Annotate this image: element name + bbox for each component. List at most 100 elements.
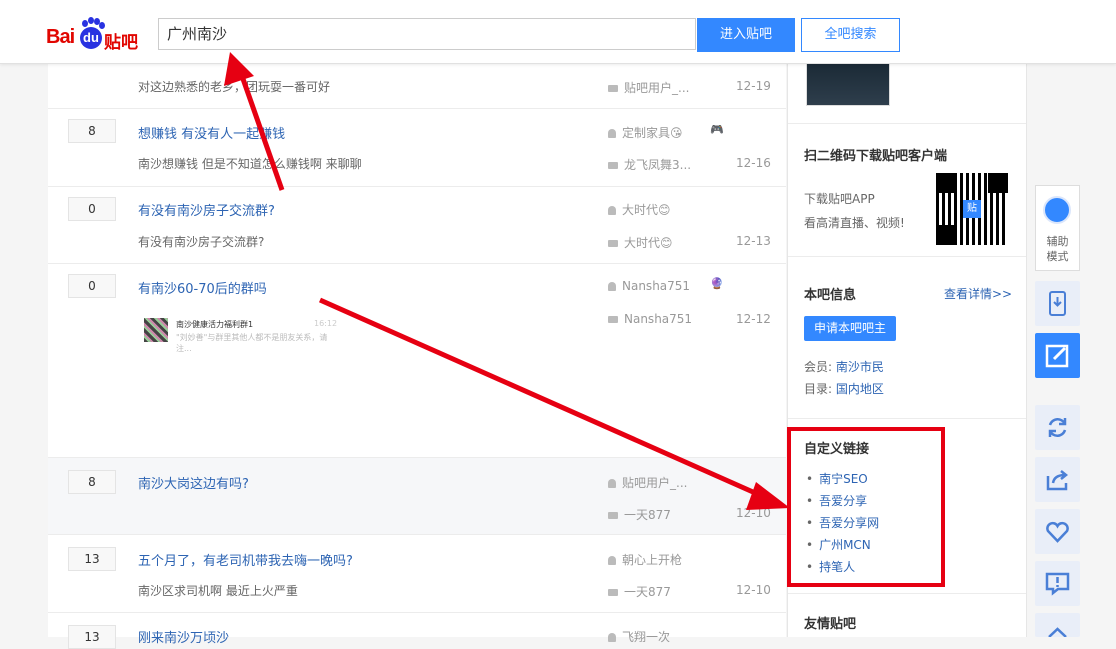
- friend-bars-section: 友情贴吧: [788, 593, 1026, 637]
- thread-title[interactable]: 南沙大岗这边有吗?: [138, 473, 249, 492]
- phone-download-icon: [1049, 291, 1066, 316]
- apply-moderator-button[interactable]: 申请本吧吧主: [804, 316, 896, 341]
- thread-date: 12-10: [736, 506, 771, 520]
- comment-icon: [608, 589, 618, 596]
- thread-item[interactable]: 0 有南沙60-70后的群吗 南沙健康活力福利群1 "刘妙善"与群里其他人都不是…: [48, 264, 786, 458]
- thread-desc: 南沙区求司机啊 最近上火严重: [138, 584, 298, 598]
- thread-item[interactable]: 对这边熟悉的老乡，团玩耍一番可好 贴吧用户_... 12-19: [48, 63, 786, 109]
- enter-tieba-button[interactable]: 进入贴吧: [697, 18, 795, 52]
- reply-count: 0: [68, 197, 116, 221]
- user-icon: [608, 556, 616, 565]
- thread-desc: 南沙想赚钱 但是不知道怎么赚钱啊 来聊聊: [138, 157, 362, 171]
- bar-info-section: 本吧信息 查看详情>> 申请本吧吧主 会员: 南沙市民 目录: 国内地区: [788, 256, 1026, 419]
- post-thread-button[interactable]: [1035, 333, 1080, 378]
- user-icon: [608, 206, 616, 215]
- thread-date: 12-16: [736, 156, 771, 170]
- group-avatar-image: [144, 318, 168, 342]
- accessibility-icon: [1043, 196, 1071, 224]
- comment-icon: [608, 85, 618, 92]
- thread-title[interactable]: 有没有南沙房子交流群?: [138, 200, 275, 219]
- back-to-top-button[interactable]: [1035, 613, 1080, 637]
- annotation-box: [787, 427, 945, 587]
- search-input[interactable]: 广州南沙: [158, 18, 696, 50]
- directory-link[interactable]: 国内地区: [836, 382, 884, 396]
- paw-icon: [82, 17, 105, 29]
- last-replier[interactable]: 大时代😊: [608, 234, 673, 251]
- download-app-button[interactable]: [1035, 281, 1080, 326]
- last-replier[interactable]: 一天877: [608, 583, 671, 600]
- favorite-button[interactable]: [1035, 509, 1080, 554]
- thread-item[interactable]: 13 刚来南沙万顷沙 飞翔一次: [48, 613, 786, 649]
- last-replier[interactable]: Nansha751: [608, 312, 692, 326]
- thread-title[interactable]: 五个月了，有老司机带我去嗨一晚吗?: [138, 550, 353, 569]
- app-qr-code: 贴: [936, 173, 1008, 245]
- reply-count: 8: [68, 470, 116, 494]
- bar-cover-section: [788, 63, 1026, 124]
- reply-count: 13: [68, 625, 116, 649]
- thumbnail-time: 16:12: [314, 319, 338, 328]
- logo-text-tieba: 贴吧: [104, 33, 138, 53]
- thread-author[interactable]: 朝心上开枪: [608, 551, 682, 568]
- top-bar: Bai du 贴吧 广州南沙 进入贴吧 全吧搜索: [0, 0, 1116, 64]
- qr-text-2: 看高清直播、视频!: [804, 216, 905, 230]
- report-icon: [1045, 572, 1070, 596]
- thread-desc: 有没有南沙房子交流群?: [138, 235, 265, 249]
- thread-title[interactable]: 想赚钱 有没有人一起赚钱: [138, 123, 285, 142]
- user-icon: [608, 129, 616, 138]
- user-icon: [608, 479, 616, 488]
- last-replier[interactable]: 一天877: [608, 506, 671, 523]
- user-icon: [608, 633, 616, 642]
- thread-item[interactable]: 8 想赚钱 有没有人一起赚钱 南沙想赚钱 但是不知道怎么赚钱啊 来聊聊 定制家具…: [48, 109, 786, 187]
- app-download-section: 扫二维码下载贴吧客户端 下载贴吧APP 看高清直播、视频! 贴: [788, 123, 1026, 257]
- user-icon: [608, 282, 616, 291]
- bar-info-title: 本吧信息: [804, 288, 857, 303]
- search-all-button[interactable]: 全吧搜索: [801, 18, 900, 52]
- directory-row: 目录: 国内地区: [804, 382, 884, 396]
- last-replier[interactable]: 龙飞凤舞3...: [608, 156, 691, 173]
- arrow-up-icon: [1048, 627, 1067, 637]
- reply-count: 0: [68, 274, 116, 298]
- thread-author[interactable]: 定制家具😘: [608, 124, 683, 141]
- thread-date: 12-12: [736, 312, 771, 326]
- last-replier[interactable]: 贴吧用户_...: [608, 79, 689, 96]
- thread-desc: 对这边熟悉的老乡，团玩耍一番可好: [138, 80, 331, 94]
- reply-count: 8: [68, 119, 116, 143]
- member-link[interactable]: 南沙市民: [836, 360, 884, 374]
- view-details-link[interactable]: 查看详情>>: [944, 285, 1012, 302]
- reply-count: 13: [68, 547, 116, 571]
- thread-title[interactable]: 有南沙60-70后的群吗: [138, 278, 267, 297]
- edit-icon: [1045, 344, 1069, 368]
- share-button[interactable]: [1035, 457, 1080, 502]
- thread-list: 对这边熟悉的老乡，团玩耍一番可好 贴吧用户_... 12-19 8 想赚钱 有没…: [48, 63, 786, 649]
- member-badge-icon: 🔮: [710, 277, 724, 290]
- comment-icon: [608, 162, 618, 169]
- thread-author[interactable]: 贴吧用户_...: [608, 474, 687, 491]
- thread-author[interactable]: 大时代😊: [608, 201, 671, 218]
- logo-text-du: du: [80, 27, 102, 49]
- thread-date: 12-10: [736, 583, 771, 597]
- comment-icon: [608, 316, 618, 323]
- member-row: 会员: 南沙市民: [804, 360, 884, 374]
- refresh-button[interactable]: [1035, 405, 1080, 450]
- heart-icon: [1046, 521, 1069, 543]
- friend-bars-title: 友情贴吧: [804, 617, 857, 632]
- share-icon: [1046, 470, 1069, 491]
- thread-author[interactable]: Nansha751: [608, 279, 690, 293]
- thumbnail-subtitle: "刘妙善"与群里其他人都不是朋友关系，请注...: [176, 333, 328, 353]
- game-badge-icon: 🎮: [710, 123, 724, 136]
- bar-cover-image[interactable]: [806, 63, 890, 106]
- thread-item[interactable]: 8 南沙大岗这边有吗? 贴吧用户_... 一天877 12-10: [48, 458, 786, 535]
- qr-section-title: 扫二维码下载贴吧客户端: [804, 149, 948, 164]
- report-button[interactable]: [1035, 561, 1080, 606]
- thread-date: 12-13: [736, 234, 771, 248]
- baidu-tieba-logo[interactable]: Bai du 贴吧: [46, 17, 150, 53]
- thread-thumbnail[interactable]: 南沙健康活力福利群1 "刘妙善"与群里其他人都不是朋友关系，请注... 16:1…: [144, 314, 338, 353]
- comment-icon: [608, 512, 618, 519]
- comment-icon: [608, 240, 618, 247]
- assist-mode-button[interactable]: 辅助 模式: [1035, 185, 1080, 271]
- refresh-icon: [1048, 418, 1067, 437]
- thread-item[interactable]: 0 有没有南沙房子交流群? 有没有南沙房子交流群? 大时代😊 大时代😊 12-1…: [48, 187, 786, 264]
- logo-text-bai: Bai: [46, 26, 75, 48]
- thread-item[interactable]: 13 五个月了，有老司机带我去嗨一晚吗? 南沙区求司机啊 最近上火严重 朝心上开…: [48, 535, 786, 613]
- qr-text-1: 下载贴吧APP: [804, 192, 875, 206]
